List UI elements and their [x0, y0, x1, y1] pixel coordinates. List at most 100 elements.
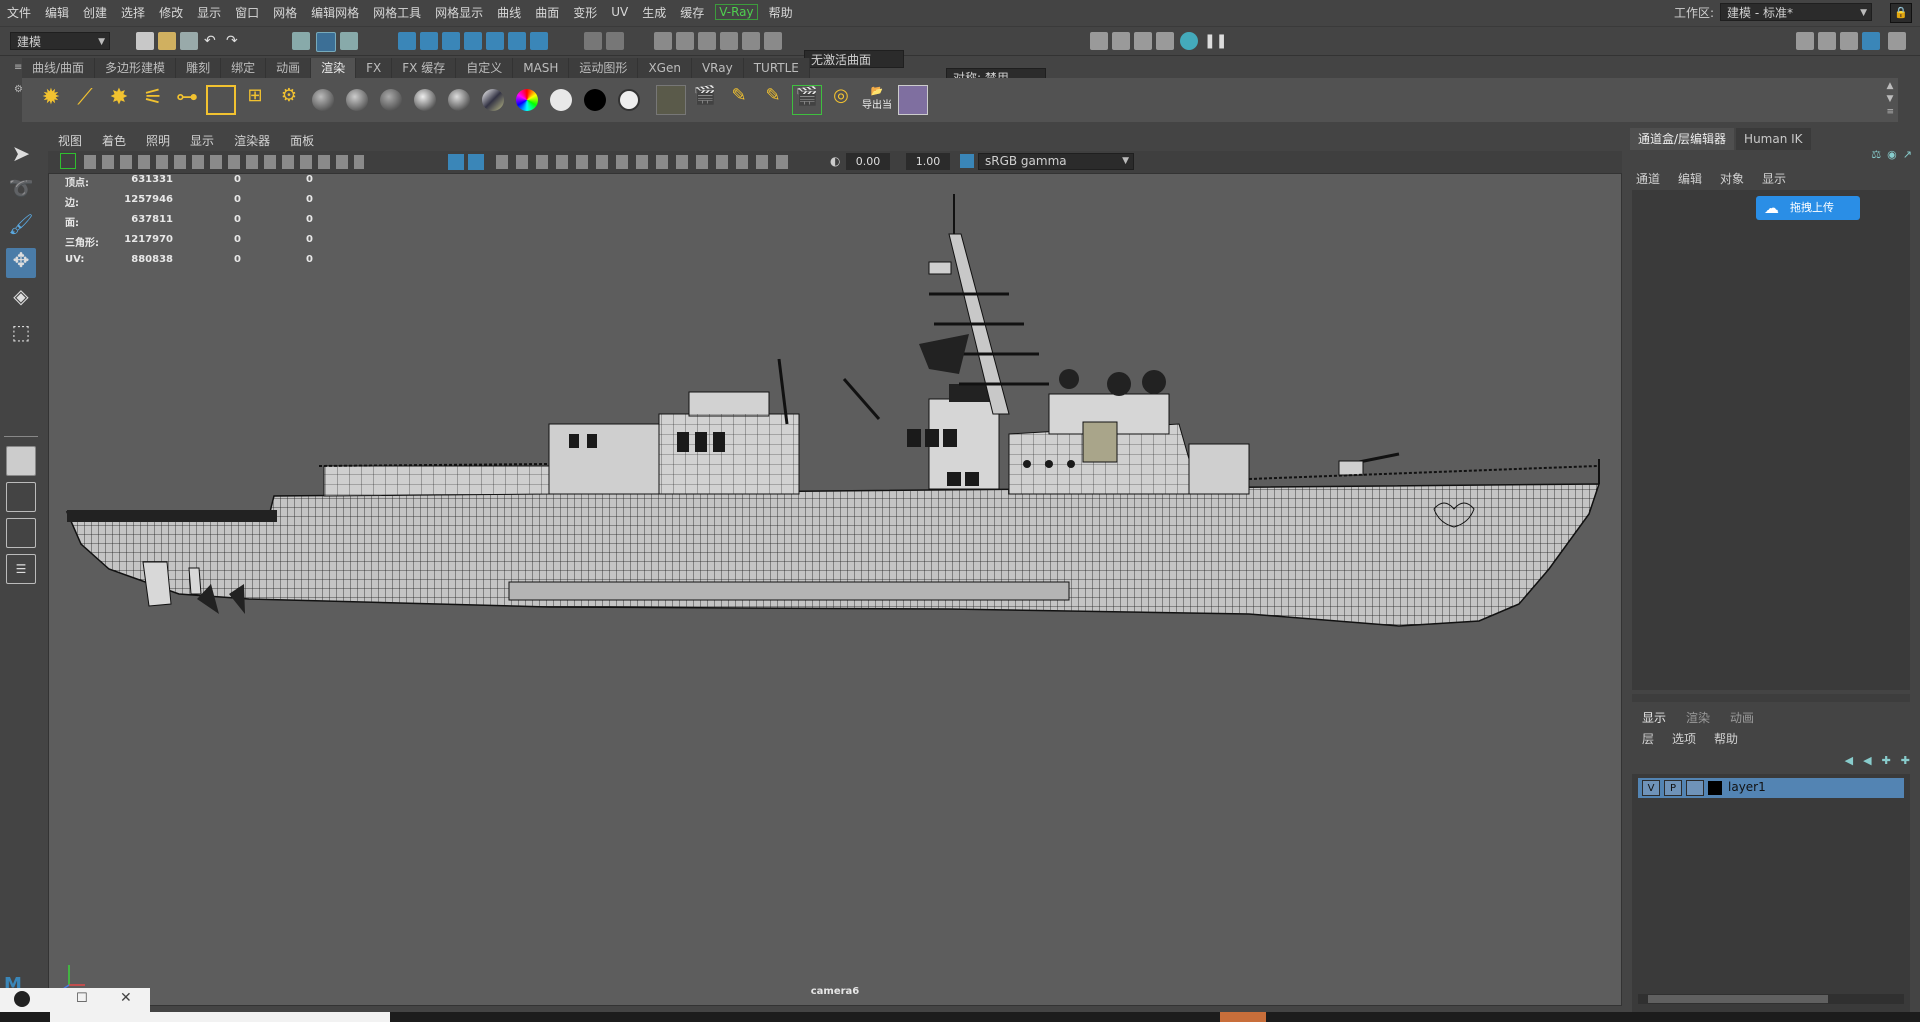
snap-live-icon[interactable] [508, 32, 526, 50]
shelf-tab[interactable]: 曲线/曲面 [22, 58, 96, 78]
two-view-icon[interactable] [6, 518, 36, 548]
scrollbar-thumb[interactable] [1648, 995, 1828, 1003]
viewport-menu-item[interactable]: 面板 [280, 132, 324, 149]
lock-icon[interactable]: 🔒 [1890, 3, 1912, 23]
attribute-editor-icon[interactable] [1818, 32, 1836, 50]
blinn-material-icon[interactable] [346, 89, 368, 111]
input-extra-icon[interactable] [764, 32, 782, 50]
select-tool-icon[interactable]: ➤ [6, 142, 36, 172]
layer-tab[interactable]: 渲染 [1676, 708, 1720, 728]
input-paint-icon[interactable] [676, 32, 694, 50]
shelf-tab[interactable]: 多边形建模 [95, 58, 177, 78]
menu-item[interactable]: UV [604, 5, 635, 19]
layer-move-down-icon[interactable]: ◀ [1863, 754, 1871, 767]
use-background-icon[interactable] [584, 89, 606, 111]
render-current-icon[interactable] [1090, 32, 1108, 50]
tool-settings-icon[interactable] [1840, 32, 1858, 50]
exposure-field[interactable]: 0.00 [846, 153, 890, 170]
layer-visibility-toggle[interactable]: V [1642, 780, 1660, 796]
input-lasso-icon[interactable] [654, 32, 672, 50]
new-scene-icon[interactable] [136, 32, 154, 50]
menu-item[interactable]: 缓存 [673, 4, 711, 21]
history-icon[interactable] [606, 32, 624, 50]
menu-item[interactable]: 文件 [0, 4, 38, 21]
layer-menu-item[interactable]: 选项 [1672, 730, 1696, 747]
shelf-tab[interactable]: MASH [513, 58, 570, 78]
restore-icon[interactable]: ☐ [76, 991, 88, 1006]
close-icon[interactable]: ✕ [120, 990, 132, 1006]
channel-box-icon[interactable] [1862, 32, 1880, 50]
input-rect-icon[interactable] [698, 32, 716, 50]
right-panel-tab[interactable]: Human IK [1736, 128, 1811, 150]
directional-light-icon[interactable]: ⟋ [70, 85, 100, 115]
channel-menu-item[interactable]: 显示 [1762, 170, 1786, 187]
light-link-icon[interactable]: ⊞ [240, 85, 270, 115]
shadow-matte-icon[interactable] [618, 89, 640, 111]
popout-icon[interactable]: ↗ [1903, 148, 1912, 161]
menu-item[interactable]: 生成 [635, 4, 673, 21]
menu-item[interactable]: 编辑 [38, 4, 76, 21]
snap-grid-icon[interactable] [398, 32, 416, 50]
lambert-material-icon[interactable] [312, 89, 334, 111]
render-frame-icon[interactable]: ✎ [724, 85, 754, 115]
panel-splitter[interactable] [1632, 694, 1910, 702]
menu-item[interactable]: 帮助 [762, 4, 800, 21]
channel-menu-item[interactable]: 编辑 [1678, 170, 1702, 187]
outliner-view-icon[interactable]: ☰ [6, 554, 36, 584]
render-settings-icon[interactable] [1156, 32, 1174, 50]
layer-menu-item[interactable]: 层 [1642, 730, 1654, 747]
new-layer-selected-icon[interactable]: ✚ [1901, 754, 1910, 767]
input-circle-icon[interactable] [720, 32, 738, 50]
taskbar-window[interactable] [50, 1012, 390, 1022]
batch-render-icon[interactable]: 🎬 [792, 85, 822, 115]
live-surface-field[interactable]: 无激活曲面 [804, 50, 904, 68]
move-tool-icon[interactable]: ✥ [6, 248, 36, 278]
light-editor-icon[interactable]: ⚙ [274, 85, 304, 115]
shelf-tab[interactable]: FX [356, 58, 393, 78]
menu-item[interactable]: 窗口 [228, 4, 266, 21]
shelf-tab[interactable]: VRay [691, 58, 744, 78]
single-view-icon[interactable] [6, 446, 36, 476]
taskbar-app[interactable] [1220, 1012, 1266, 1022]
ambient-light-icon[interactable]: ✹ [36, 85, 66, 115]
pause-icon[interactable]: ❚❚ [1204, 32, 1227, 50]
surface-shader-icon[interactable] [550, 89, 572, 111]
upload-button[interactable]: ☁ 拖拽上传 [1756, 196, 1860, 220]
select-hierarchy-icon[interactable] [292, 32, 310, 50]
layer-move-up-icon[interactable]: ◀ [1845, 754, 1853, 767]
standard-surface-icon[interactable] [448, 89, 470, 111]
lock-icon[interactable] [584, 32, 602, 50]
select-component-icon[interactable] [340, 32, 358, 50]
point-light-icon[interactable]: ✸ [104, 85, 134, 115]
render-sequence-icon[interactable] [1112, 32, 1130, 50]
viewport-menu-item[interactable]: 显示 [180, 132, 224, 149]
channel-icon[interactable]: ⚖ [1871, 148, 1881, 161]
render-view-icon[interactable]: 🎬 [690, 85, 720, 115]
channel-menu-item[interactable]: 对象 [1720, 170, 1744, 187]
layer-menu-item[interactable]: 帮助 [1714, 730, 1738, 747]
viewport-menu-item[interactable]: 着色 [92, 132, 136, 149]
shelf-tab[interactable]: 雕刻 [176, 58, 222, 78]
redo-icon[interactable]: ↷ [226, 32, 244, 50]
layer-tab[interactable]: 动画 [1720, 708, 1764, 728]
menu-item[interactable]: 曲面 [528, 4, 566, 21]
hypershade-icon[interactable] [1180, 32, 1198, 50]
attribute-icon[interactable]: ◉ [1887, 148, 1897, 161]
viewport-3d[interactable]: 顶点: 631331 0 0 边: 1257946 0 0 面: 637811 0 0 三角形: 1217… [48, 173, 1622, 1006]
viewport-menu-item[interactable]: 视图 [48, 132, 92, 149]
menu-item[interactable]: 编辑网格 [304, 4, 366, 21]
color-space-dropdown[interactable]: sRGB gamma ▼ [978, 153, 1134, 170]
viewport-menu-item[interactable]: 渲染器 [224, 132, 280, 149]
menu-item[interactable]: 选择 [114, 4, 152, 21]
minimized-window[interactable]: ☐ ✕ [0, 988, 150, 1012]
shelf-tab[interactable]: XGen [638, 58, 692, 78]
gamma-field[interactable]: 1.00 [906, 153, 950, 170]
menu-item[interactable]: 修改 [152, 4, 190, 21]
snap-help-icon[interactable] [530, 32, 548, 50]
scale-tool-icon[interactable]: ⬚ [6, 320, 36, 350]
ipr-icon[interactable]: ✎ [758, 85, 788, 115]
menu-item[interactable]: 网格 [266, 4, 304, 21]
workspace-dropdown[interactable]: 建模 - 标准* ▼ [1720, 3, 1872, 21]
four-view-icon[interactable] [6, 482, 36, 512]
rotate-tool-icon[interactable]: ◈ [6, 284, 36, 314]
